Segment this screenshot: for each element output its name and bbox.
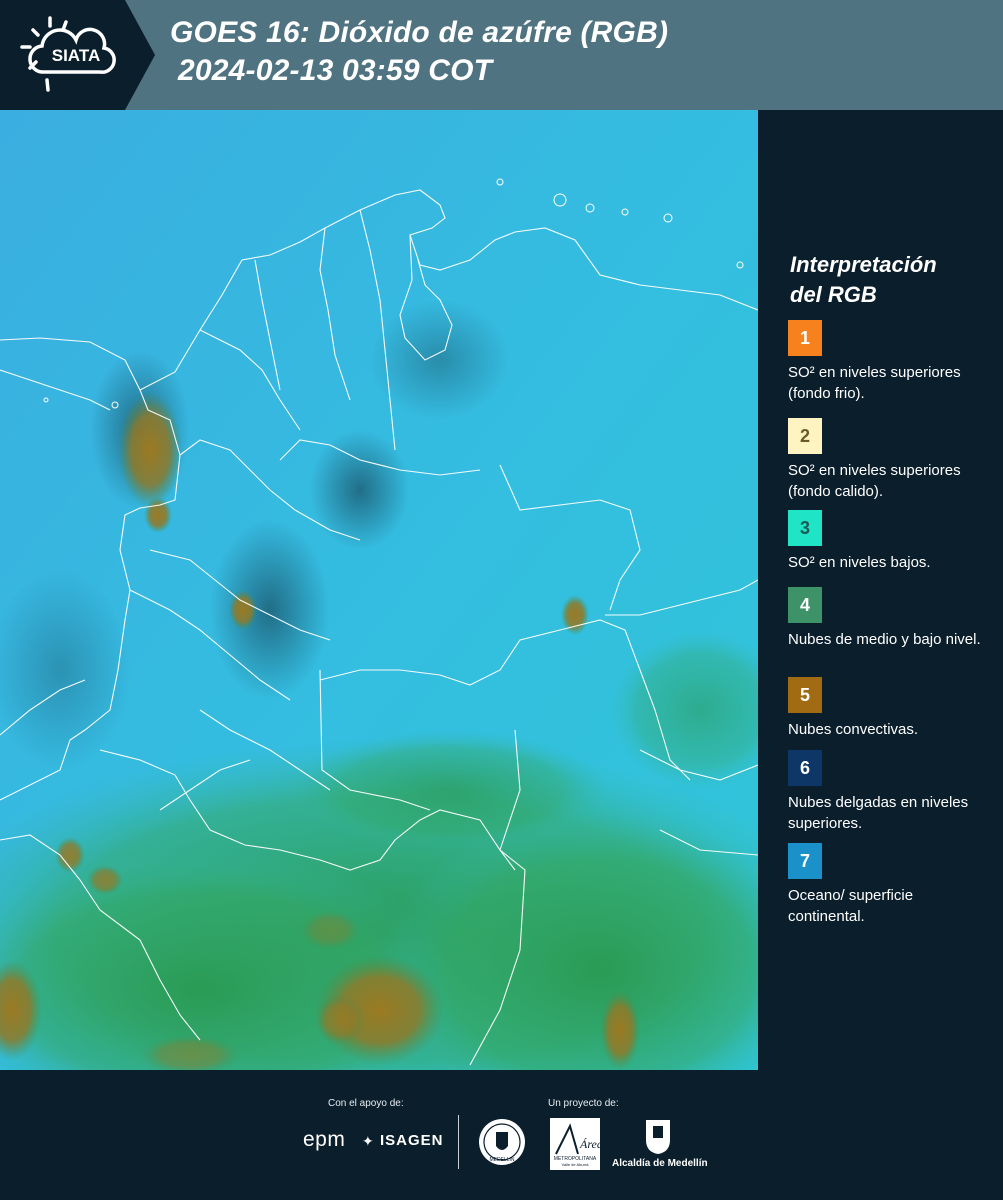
legend-swatch-2: 2 [788, 418, 822, 454]
area-metropolitana-logo: Área METROPOLITANA Valle de Aburrá [550, 1118, 600, 1170]
legend-item-1: 1 SO² en niveles superiores (fondo frio). [788, 320, 993, 404]
siata-logo: SIATA [0, 0, 155, 110]
legend-item-5: 5 Nubes convectivas. [788, 677, 993, 740]
epm-logo: epm [303, 1128, 346, 1151]
legend-panel: Interpretación del RGB 1 SO² en niveles s… [758, 110, 1003, 1070]
legend-text-2: SO² en niveles superiores (fondo calido)… [788, 462, 961, 500]
title-line-1: GOES 16: Dióxido de azúfre (RGB) [170, 16, 669, 49]
area-logo-text: Área [579, 1137, 600, 1151]
title-line-2: 2024-02-13 03:59 COT [178, 54, 493, 87]
legend-title: Interpretación del RGB [790, 250, 937, 310]
legend-text-7: Oceano/ superficie continental. [788, 887, 914, 925]
satellite-map [0, 110, 758, 1070]
legend-text-1: SO² en niveles superiores (fondo frio). [788, 364, 961, 402]
isagen-mark-icon: ✦ [362, 1132, 374, 1149]
medellin-seal-icon: MEDELLIN [479, 1119, 525, 1165]
legend-item-4: 4 Nubes de medio y bajo nivel. [788, 587, 993, 650]
medellin-seal-text: MEDELLIN [489, 1157, 514, 1163]
header-bar: SIATA GOES 16: Dióxido de azúfre (RGB) 2… [0, 0, 1003, 110]
alcaldia-shield-icon [646, 1120, 670, 1154]
footer-divider [458, 1115, 459, 1169]
project-label: Un proyecto de: [548, 1098, 619, 1109]
legend-title-line-1: Interpretación [790, 252, 937, 277]
siata-logo-text: SIATA [52, 46, 100, 65]
legend-text-6: Nubes delgadas en niveles superiores. [788, 794, 969, 832]
legend-title-line-2: del RGB [790, 282, 877, 307]
legend-text-4: Nubes de medio y bajo nivel. [788, 631, 981, 648]
legend-item-2: 2 SO² en niveles superiores (fondo calido… [788, 418, 993, 502]
legend-item-7: 7 Oceano/ superficie continental. [788, 843, 993, 927]
satellite-image [0, 110, 758, 1070]
legend-text-5: Nubes convectivas. [788, 721, 919, 738]
legend-swatch-3: 3 [788, 510, 822, 546]
page-title: GOES 16: Dióxido de azúfre (RGB) 2024-02… [170, 14, 668, 90]
legend-text-3: SO² en niveles bajos. [788, 554, 931, 571]
legend-swatch-5: 5 [788, 677, 822, 713]
isagen-text: ISAGEN [380, 1132, 444, 1149]
legend-swatch-1: 1 [788, 320, 822, 356]
legend-swatch-6: 6 [788, 750, 822, 786]
legend-item-6: 6 Nubes delgadas en niveles superiores. [788, 750, 993, 834]
isagen-logo: ✦ ISAGEN [362, 1132, 444, 1149]
legend-swatch-7: 7 [788, 843, 822, 879]
area-logo-tagline: Valle de Aburrá [561, 1162, 589, 1167]
legend-swatch-4: 4 [788, 587, 822, 623]
support-label: Con el apoyo de: [328, 1098, 404, 1109]
legend-item-3: 3 SO² en niveles bajos. [788, 510, 993, 573]
footer: Con el apoyo de: Un proyecto de: epm ✦ I… [0, 1070, 1003, 1200]
alcaldia-text: Alcaldía de Medellín [612, 1158, 708, 1169]
